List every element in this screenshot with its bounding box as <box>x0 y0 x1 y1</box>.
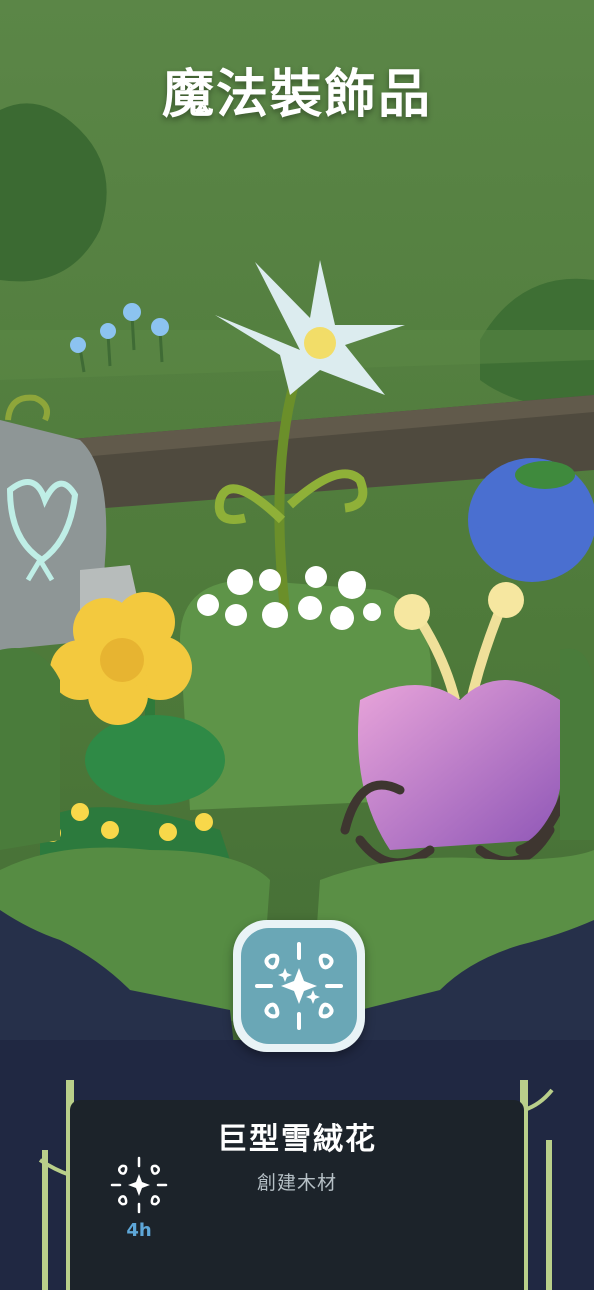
small-sparkle-icon <box>110 1156 168 1214</box>
magic-sparkle-icon <box>255 942 343 1030</box>
blue-berry-creature <box>468 458 594 582</box>
craft-time-label: 4h <box>126 1220 152 1241</box>
garden-scene <box>0 0 594 1290</box>
item-info-panel: 巨型雪絨花 創建木材 4h <box>70 1100 524 1290</box>
item-name: 巨型雪絨花 <box>217 1122 377 1157</box>
item-badge-inner <box>241 928 357 1044</box>
item-badge[interactable] <box>233 920 365 1052</box>
page-title: 魔法裝飾品 <box>161 65 432 125</box>
